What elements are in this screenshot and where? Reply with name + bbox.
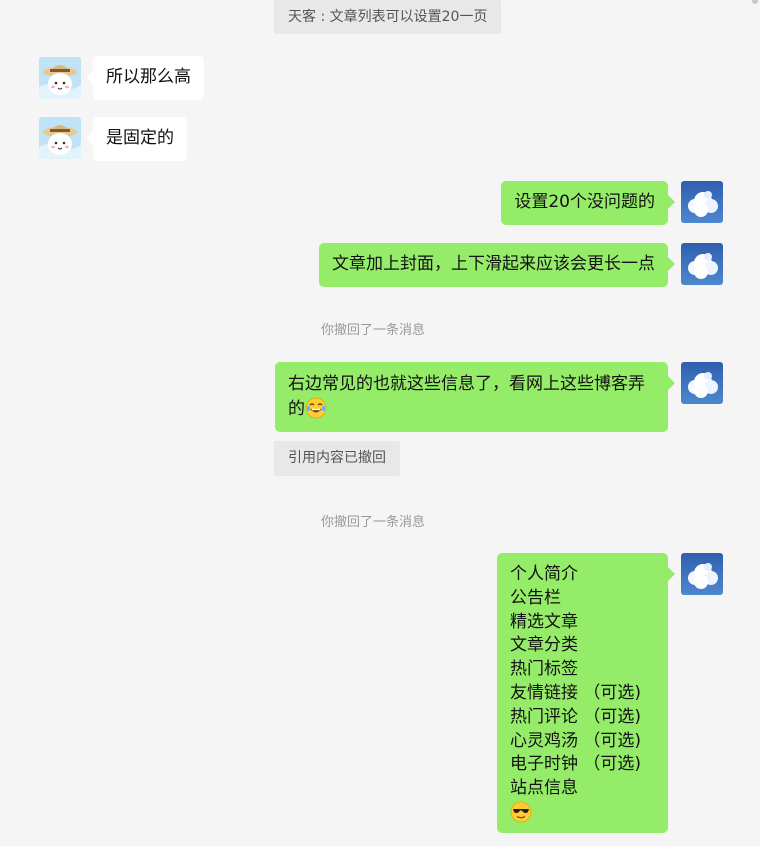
my-avatar[interactable] (681, 243, 723, 285)
message-text-line: 的 (288, 398, 305, 419)
girl-with-straw-hat-avatar-icon (39, 117, 81, 159)
list-line: 文章分类 (510, 635, 578, 656)
list-line: 公告栏 (510, 587, 561, 608)
list-line: 个人简介 (510, 564, 578, 584)
sunglasses-emoji-icon (510, 801, 532, 823)
girl-with-straw-hat-avatar-icon (39, 57, 81, 99)
blue-sky-cloud-avatar-icon (681, 362, 723, 404)
incoming-message-bubble[interactable]: 是固定的 (86, 117, 187, 161)
list-line: 友情链接 （可选) (510, 682, 642, 703)
chat-message-area[interactable]: 天客 : 文章列表可以设置20一页 所以那么高 是固定的 设置20个没问题的 文… (0, 0, 760, 846)
outgoing-message-bubble[interactable]: 文章加上封面，上下滑起来应该会更长一点 (319, 243, 675, 287)
tears-of-joy-emoji-icon (305, 397, 327, 419)
outgoing-list-message-bubble[interactable]: 个人简介 公告栏 精选文章 文章分类 热门标签 友情链接 （可选) 热门评论 （… (497, 553, 675, 833)
blue-sky-cloud-avatar-icon (681, 243, 723, 285)
list-line: 心灵鸡汤 （可选) (510, 730, 642, 751)
list-line: 热门标签 (510, 659, 578, 680)
contact-avatar[interactable] (39, 117, 81, 159)
list-line: 电子时钟 （可选) (510, 754, 642, 775)
blue-sky-cloud-avatar-icon (681, 181, 723, 223)
recall-notice: 你撤回了一条消息 (321, 515, 426, 530)
list-line: 精选文章 (510, 611, 578, 632)
scrollbar-thumb[interactable] (752, 0, 758, 4)
my-avatar[interactable] (681, 181, 723, 223)
recall-notice: 你撤回了一条消息 (321, 323, 426, 338)
my-avatar[interactable] (681, 362, 723, 404)
incoming-message-bubble[interactable]: 所以那么高 (86, 56, 204, 100)
blue-sky-cloud-avatar-icon (681, 553, 723, 595)
list-line: 热门评论 （可选) (510, 706, 642, 727)
list-line: 站点信息 (510, 778, 578, 799)
outgoing-message-bubble[interactable]: 设置20个没问题的 (501, 181, 675, 225)
quoted-message[interactable]: 天客 : 文章列表可以设置20一页 (274, 0, 502, 34)
outgoing-message-bubble[interactable]: 右边常见的也就这些信息了，看网上这些博客弄 的 (275, 362, 675, 432)
recalled-quote[interactable]: 引用内容已撤回 (274, 441, 400, 476)
contact-avatar[interactable] (39, 57, 81, 99)
my-avatar[interactable] (681, 553, 723, 595)
message-text-line: 右边常见的也就这些信息了，看网上这些博客弄 (288, 374, 645, 394)
